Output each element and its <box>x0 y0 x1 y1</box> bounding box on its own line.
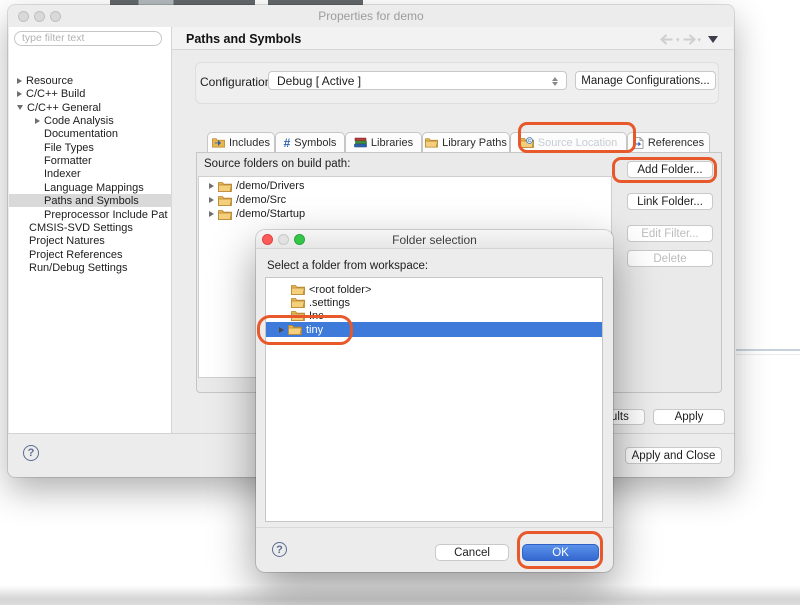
tab-symbols[interactable]: # Symbols <box>275 132 345 153</box>
sidebar-item-paths-and-symbols[interactable]: Paths and Symbols <box>9 194 172 207</box>
folder-selection-dialog: Folder selection Select a folder from wo… <box>256 230 613 572</box>
chevron-right-icon[interactable] <box>209 211 214 217</box>
filter-input[interactable]: type filter text <box>14 31 162 46</box>
sidebar: type filter text Resource C/C++ Build C/… <box>9 27 172 433</box>
background-bottom-shadow <box>0 585 800 605</box>
chevron-right-icon[interactable] <box>209 197 214 203</box>
sidebar-item-code-analysis[interactable]: Code Analysis <box>9 114 172 127</box>
configuration-label: Configuration: <box>200 75 275 89</box>
back-dropdown-icon[interactable]: ▾ <box>676 36 680 44</box>
manage-configurations-button[interactable]: Manage Configurations... <box>575 71 716 90</box>
folder-row-root[interactable]: <root folder> <box>266 283 602 296</box>
add-folder-button[interactable]: Add Folder... <box>627 161 713 178</box>
source-folder-row-startup[interactable]: /demo/Startup <box>209 207 305 221</box>
chevron-right-icon[interactable] <box>35 118 40 124</box>
background-window-edge <box>736 349 800 351</box>
chevron-down-icon[interactable] <box>17 105 23 110</box>
sidebar-item-language-mappings[interactable]: Language Mappings <box>9 181 172 194</box>
select-stepper-icon[interactable] <box>548 74 561 88</box>
sidebar-item-file-types[interactable]: File Types <box>9 141 172 154</box>
folder-icon <box>218 181 232 192</box>
sidebar-item-formatter[interactable]: Formatter <box>9 154 172 167</box>
background-window-edge-2 <box>736 354 800 355</box>
help-icon[interactable]: ? <box>23 445 39 461</box>
dialog-footer-divider <box>256 527 613 528</box>
back-arrow-icon[interactable] <box>660 34 674 45</box>
history-nav: ▾ ▾ <box>660 34 718 45</box>
sidebar-item-project-references[interactable]: Project References <box>9 248 172 261</box>
chevron-right-icon[interactable] <box>17 78 22 84</box>
sidebar-item-indexer[interactable]: Indexer <box>9 167 172 180</box>
workspace-folder-list[interactable]: <root folder> .settings Inc tiny <box>265 277 603 522</box>
ok-button[interactable]: OK <box>522 544 599 561</box>
tab-library-paths[interactable]: Library Paths <box>422 132 510 153</box>
configuration-select[interactable]: Debug [ Active ] <box>268 71 567 90</box>
tab-references[interactable]: References <box>627 132 710 153</box>
sidebar-item-documentation[interactable]: Documentation <box>9 127 172 140</box>
sidebar-item-preprocessor-include[interactable]: Preprocessor Include Pat <box>9 208 172 221</box>
folder-row-tiny[interactable]: tiny <box>266 322 602 337</box>
tab-source-location[interactable]: C Source Location <box>510 132 627 153</box>
cancel-button[interactable]: Cancel <box>435 544 509 561</box>
sidebar-item-project-natures[interactable]: Project Natures <box>9 234 172 247</box>
dialog-prompt: Select a folder from workspace: <box>267 260 428 272</box>
sidebar-item-run-debug[interactable]: Run/Debug Settings <box>9 261 172 274</box>
source-folder-icon: C <box>520 137 534 148</box>
hash-icon: # <box>284 136 291 150</box>
books-icon <box>354 137 367 148</box>
folder-row-settings[interactable]: .settings <box>266 296 602 309</box>
folder-row-inc[interactable]: Inc <box>266 309 602 322</box>
edit-filter-button: Edit Filter... <box>627 225 713 242</box>
folder-icon <box>425 137 438 148</box>
link-folder-button[interactable]: Link Folder... <box>627 193 713 210</box>
sidebar-item-resource[interactable]: Resource <box>9 74 172 87</box>
source-folders-label: Source folders on build path: <box>204 158 350 170</box>
page-title: Paths and Symbols <box>186 32 301 46</box>
source-folder-row-src[interactable]: /demo/Src <box>209 193 286 207</box>
chevron-right-icon[interactable] <box>17 91 22 97</box>
includes-folder-icon <box>212 137 225 148</box>
view-menu-icon[interactable] <box>708 36 718 43</box>
apply-and-close-button[interactable]: Apply and Close <box>625 447 722 464</box>
chevron-right-icon[interactable] <box>279 327 284 333</box>
apply-button[interactable]: Apply <box>653 409 725 425</box>
folder-icon <box>291 297 305 308</box>
folder-icon <box>291 310 305 321</box>
chevron-right-icon[interactable] <box>209 183 214 189</box>
delete-button: Delete <box>627 250 713 267</box>
tab-libraries[interactable]: Libraries <box>345 132 422 153</box>
sidebar-item-cc-build[interactable]: C/C++ Build <box>9 87 172 100</box>
tab-includes[interactable]: Includes <box>207 132 275 153</box>
reference-page-icon <box>633 137 644 149</box>
sidebar-item-cmsis-svd[interactable]: CMSIS-SVD Settings <box>9 221 172 234</box>
folder-icon <box>218 209 232 220</box>
folder-icon <box>218 195 232 206</box>
folder-icon <box>288 324 302 335</box>
sidebar-item-cc-general[interactable]: C/C++ General <box>9 101 172 114</box>
folder-icon <box>291 284 305 295</box>
forward-dropdown-icon[interactable]: ▾ <box>698 36 702 44</box>
screen: Properties for demo type filter text Res… <box>0 0 800 605</box>
dialog-title: Folder selection <box>256 233 613 247</box>
dialog-help-icon[interactable]: ? <box>272 542 287 557</box>
source-folder-row-drivers[interactable]: /demo/Drivers <box>209 179 304 193</box>
forward-arrow-icon[interactable] <box>682 34 696 45</box>
window-title: Properties for demo <box>8 9 734 23</box>
